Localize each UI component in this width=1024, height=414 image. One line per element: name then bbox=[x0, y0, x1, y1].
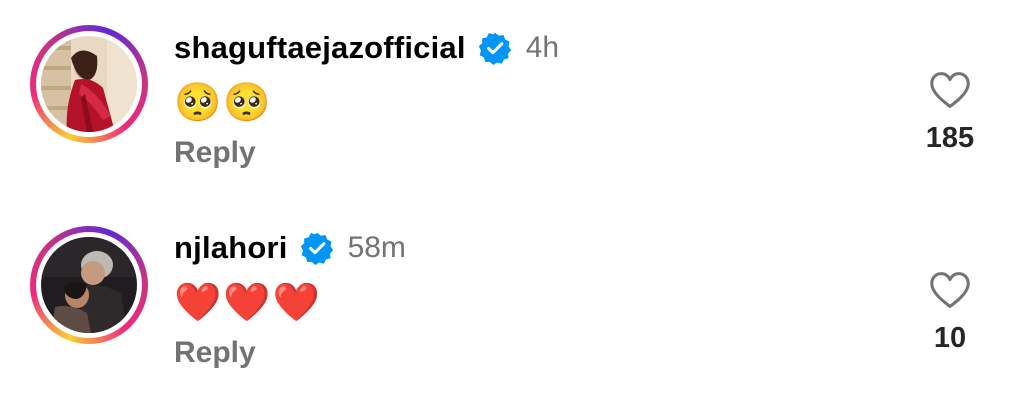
avatar[interactable] bbox=[41, 36, 137, 132]
comment-timestamp: 4h bbox=[525, 31, 560, 64]
heart-icon[interactable] bbox=[928, 70, 972, 110]
comment-header: shaguftaejazofficial 4h bbox=[174, 26, 559, 70]
comment-item: njlahori 58m ❤️❤️❤️ Reply 10 bbox=[0, 200, 1024, 400]
like-count: 10 bbox=[933, 322, 967, 354]
comment-timestamp: 58m bbox=[347, 231, 406, 264]
comment-text: ❤️❤️❤️ bbox=[174, 282, 322, 324]
username[interactable]: njlahori bbox=[174, 230, 288, 266]
like-column: 185 bbox=[910, 70, 990, 155]
avatar-ring-gap bbox=[36, 232, 142, 338]
comment-header: njlahori 58m bbox=[174, 226, 406, 270]
verified-badge-icon bbox=[478, 31, 512, 65]
like-count: 185 bbox=[925, 122, 975, 154]
like-column: 10 bbox=[910, 270, 990, 355]
comment-item: shaguftaejazofficial 4h 🥺🥺 Reply 185 bbox=[0, 0, 1024, 200]
avatar-story-ring[interactable] bbox=[30, 25, 148, 143]
avatar[interactable] bbox=[41, 237, 137, 333]
verified-badge-icon bbox=[300, 231, 334, 265]
username[interactable]: shaguftaejazofficial bbox=[174, 30, 466, 66]
heart-icon[interactable] bbox=[928, 270, 972, 310]
avatar-photo-icon bbox=[41, 237, 137, 333]
avatar-ring-gap bbox=[36, 31, 142, 137]
comment-text: 🥺🥺 bbox=[174, 82, 273, 124]
avatar-photo-icon bbox=[41, 36, 137, 132]
avatar-story-ring[interactable] bbox=[30, 226, 148, 344]
reply-button[interactable]: Reply bbox=[174, 336, 256, 370]
reply-button[interactable]: Reply bbox=[174, 136, 256, 170]
